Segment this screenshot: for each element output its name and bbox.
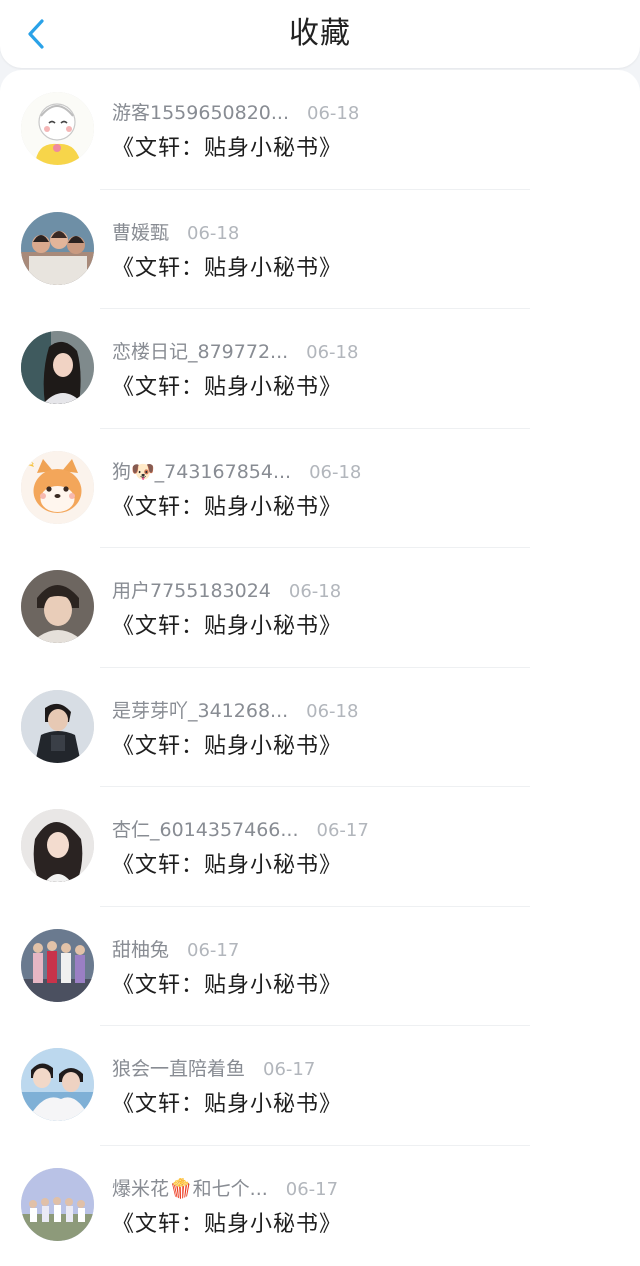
date: 06-18	[306, 700, 359, 722]
top-bar: 收藏	[0, 0, 640, 68]
avatar	[21, 809, 94, 882]
avatar	[21, 928, 94, 1002]
content-title: 《文轩：贴身小秘书》	[112, 255, 343, 281]
date: 06-17	[316, 820, 369, 841]
avatar	[21, 331, 94, 404]
list-item[interactable]: 甜柚兔 06-17 《文轩：贴身小秘书》	[0, 907, 640, 1026]
list-item[interactable]: 游客1559650820... 06-18 《文轩：贴身小秘书》	[0, 70, 640, 190]
user-name: 恋楼日记_879772...	[112, 341, 289, 363]
content-title: 《文轩：贴身小秘书》	[112, 375, 343, 400]
content-title: 《文轩：贴身小秘书》	[112, 494, 343, 520]
content-title: 《文轩：贴身小秘书》	[112, 733, 343, 759]
date: 06-18	[288, 581, 342, 602]
content-title: 《文轩：贴身小秘书》	[112, 136, 343, 161]
avatar	[21, 450, 94, 524]
list-item[interactable]: 杏仁_6014357466... 06-17 《文轩：贴身小秘书》	[0, 787, 640, 907]
user-name: 用户7755183024	[112, 580, 271, 602]
user-name: 曹媛甄	[112, 221, 170, 244]
avatar	[21, 1048, 94, 1121]
page-title: 收藏	[289, 16, 351, 51]
user-name: 是芽芽吖_341268...	[112, 699, 289, 722]
avatar	[21, 211, 94, 285]
list-item[interactable]: 狼会一直陪着鱼 06-17 《文轩：贴身小秘书》	[0, 1026, 640, 1146]
user-name: 爆米花🍿和七个...	[112, 1177, 268, 1200]
list-item[interactable]: 用户7755183024 06-18 《文轩：贴身小秘书》	[0, 548, 640, 668]
user-name: 甜柚兔	[112, 938, 170, 961]
list-item[interactable]: 曹媛甄 06-18 《文轩：贴身小秘书》	[0, 190, 640, 309]
user-name: 狼会一直陪着鱼	[112, 1058, 246, 1080]
content-title: 《文轩：贴身小秘书》	[112, 1092, 343, 1117]
content-title: 《文轩：贴身小秘书》	[112, 853, 343, 878]
content-title: 《文轩：贴身小秘书》	[112, 614, 343, 639]
content-title: 《文轩：贴身小秘书》	[112, 972, 343, 998]
list-item[interactable]: 狗🐶_743167854... 06-18 《文轩：贴身小秘书》	[0, 429, 640, 548]
avatar	[21, 92, 94, 165]
date: 06-17	[187, 939, 240, 961]
avatar	[21, 689, 94, 763]
user-name: 游客1559650820...	[112, 102, 290, 124]
date: 06-18	[307, 103, 360, 124]
list-item[interactable]: 爆米花🍿和七个... 06-17 《文轩：贴身小秘书》	[0, 1146, 640, 1266]
favorites-list: 游客1559650820... 06-18 《文轩：贴身小秘书》 曹媛甄 06-…	[0, 70, 640, 1266]
date: 06-18	[187, 222, 240, 244]
content-title: 《文轩：贴身小秘书》	[112, 1211, 343, 1237]
list-item[interactable]: 恋楼日记_879772... 06-18 《文轩：贴身小秘书》	[0, 309, 640, 429]
list-item[interactable]: 是芽芽吖_341268... 06-18 《文轩：贴身小秘书》	[0, 668, 640, 787]
date: 06-17	[285, 1178, 339, 1200]
user-name: 杏仁_6014357466...	[112, 819, 299, 841]
user-name: 狗🐶_743167854...	[112, 460, 292, 483]
date: 06-18	[309, 461, 362, 483]
avatar	[21, 570, 94, 643]
date: 06-17	[263, 1059, 316, 1080]
date: 06-18	[306, 342, 359, 363]
avatar	[21, 1167, 94, 1241]
